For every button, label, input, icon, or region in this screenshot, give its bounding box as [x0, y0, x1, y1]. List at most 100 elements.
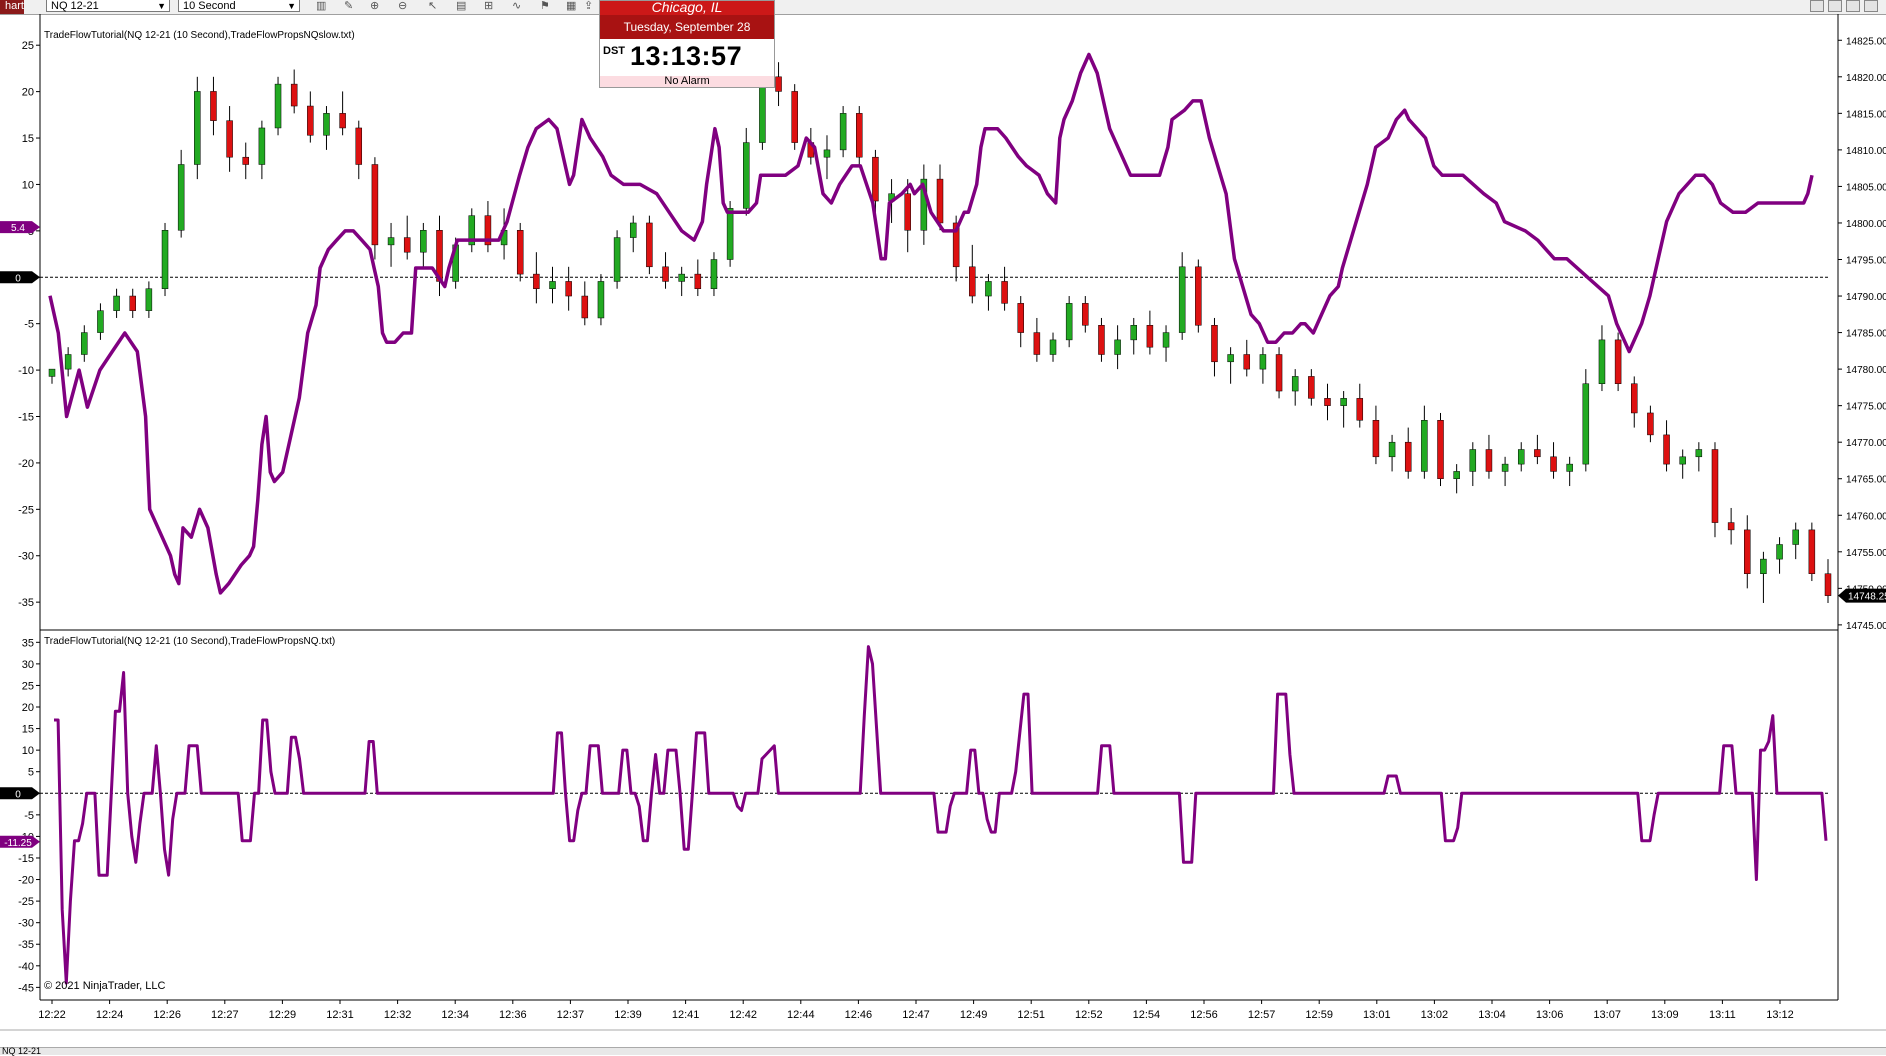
time-tick-label: 13:07: [1593, 1009, 1621, 1021]
candle-body: [726, 208, 734, 260]
pointer-icon[interactable]: ↖: [428, 0, 437, 13]
world-clock-widget[interactable]: Chicago, IL Tuesday, September 28 DST 13…: [599, 0, 775, 88]
candle-body: [1727, 522, 1735, 531]
time-tick-label: 12:32: [384, 1009, 412, 1021]
chart-toolbar: hart NQ 12-21 ▼ 10 Second ▼ ▥ ✎ ⊕ ⊖ ↖ ▤ …: [0, 0, 1886, 15]
candle-body: [1259, 354, 1267, 370]
window-restore-button[interactable]: [1828, 0, 1842, 12]
candle-body: [1534, 449, 1541, 458]
current-price-label: 14748.25: [1848, 592, 1886, 603]
candle-body: [533, 273, 540, 289]
right-tick-label: 14805.00: [1846, 182, 1886, 193]
candle-body: [1130, 325, 1137, 341]
candle-body: [1195, 266, 1202, 326]
right-tick-label: 14785.00: [1846, 329, 1886, 340]
bar-type-icon[interactable]: ▥: [316, 0, 326, 13]
chart-canvas[interactable]: TradeFlowTutorial(NQ 12-21 (10 Second),T…: [0, 14, 1886, 1046]
right-tick-label: 14815.00: [1846, 109, 1886, 120]
candle-body: [1017, 303, 1024, 333]
current-value-label: -11.25: [4, 838, 32, 849]
strategies-icon[interactable]: ⚑: [540, 0, 550, 13]
clock-city: Chicago, IL: [600, 1, 774, 15]
instrument-tab[interactable]: NQ 12-21: [2, 1046, 41, 1056]
candle-body: [1679, 456, 1686, 465]
candle-body: [1001, 281, 1008, 304]
interval-selector[interactable]: 10 Second ▼: [178, 0, 300, 12]
right-tick-label: 14820.00: [1846, 73, 1886, 84]
candle-body: [403, 237, 411, 253]
candle-body: [1243, 354, 1251, 370]
candle-body: [1824, 573, 1832, 596]
candle-body: [371, 164, 379, 246]
instrument-selector[interactable]: NQ 12-21 ▼: [46, 0, 170, 12]
chart-tab-label: hart: [5, 0, 24, 12]
lower-panel-title: TradeFlowTutorial(NQ 12-21 (10 Second),T…: [44, 636, 335, 647]
candle-body: [791, 91, 798, 143]
left-tick-label: 25: [22, 680, 34, 692]
candle-body: [323, 113, 330, 136]
indicators-icon[interactable]: ∿: [512, 0, 521, 13]
lower-panel: TradeFlowTutorial(NQ 12-21 (10 Second),T…: [0, 636, 1838, 1001]
candle-body: [904, 193, 911, 231]
candle-body: [1227, 354, 1234, 363]
candle-body: [1631, 383, 1638, 414]
clock-dst-indicator: DST: [603, 45, 625, 57]
time-tick-label: 12:56: [1190, 1009, 1218, 1021]
window-close-button[interactable]: [1864, 0, 1878, 12]
time-tick-label: 13:02: [1421, 1009, 1449, 1021]
left-tick-label: 20: [22, 87, 34, 99]
candle-body: [177, 164, 185, 231]
time-tick-label: 12:52: [1075, 1009, 1103, 1021]
left-tick-label: -40: [18, 961, 34, 973]
properties-icon[interactable]: ⊞: [484, 0, 493, 13]
candle-body: [242, 156, 249, 165]
time-tick-label: 12:51: [1017, 1009, 1045, 1021]
candle-body: [1388, 441, 1396, 458]
candle-body: [1404, 441, 1412, 472]
window-maximize-button[interactable]: [1846, 0, 1860, 12]
templates-icon[interactable]: ▦: [566, 0, 576, 13]
candle-body: [856, 113, 863, 158]
time-tick-label: 12:22: [38, 1009, 66, 1021]
time-tick-label: 12:46: [845, 1009, 873, 1021]
candle-body: [694, 273, 702, 289]
right-tick-label: 14795.00: [1846, 256, 1886, 267]
time-tick-label: 13:01: [1363, 1009, 1391, 1021]
time-tick-label: 12:42: [729, 1009, 757, 1021]
candle-body: [1598, 339, 1606, 384]
candle-body: [1614, 339, 1622, 384]
time-tick-label: 12:24: [96, 1009, 124, 1021]
candle-body: [1291, 376, 1299, 392]
time-tick-label: 12:31: [326, 1009, 354, 1021]
left-tick-label: -20: [18, 458, 34, 470]
candle-body: [1550, 456, 1557, 472]
left-tick-label: -25: [18, 896, 34, 908]
copyright-text: © 2021 NinjaTrader, LLC: [44, 980, 165, 992]
candle-body: [1695, 449, 1703, 458]
window-minimize-button[interactable]: [1810, 0, 1824, 12]
right-tick-label: 14755.00: [1846, 548, 1886, 559]
data-box-icon[interactable]: ▤: [456, 0, 466, 13]
share-icon[interactable]: ⇪: [584, 0, 593, 13]
right-tick-label: 14790.00: [1846, 292, 1886, 303]
zoom-out-icon[interactable]: ⊖: [398, 0, 407, 13]
zoom-in-icon[interactable]: ⊕: [370, 0, 379, 13]
right-tick-label: 14765.00: [1846, 475, 1886, 486]
current-value-label: 5.4: [11, 223, 25, 234]
candle-body: [1421, 420, 1428, 472]
zero-label: 0: [15, 273, 21, 284]
candle-body: [307, 105, 314, 136]
time-tick-label: 12:49: [960, 1009, 988, 1021]
pencil-icon[interactable]: ✎: [344, 0, 353, 13]
time-tick-label: 12:54: [1133, 1009, 1161, 1021]
candle-body: [1178, 266, 1186, 333]
candle-body: [1275, 354, 1283, 392]
candle-body: [613, 237, 621, 282]
left-tick-label: -5: [24, 810, 34, 822]
candle-body: [1437, 420, 1444, 479]
candle-body: [81, 332, 88, 355]
chart-tab[interactable]: hart: [0, 0, 24, 14]
candle-body: [355, 127, 363, 165]
candle-body: [1760, 558, 1767, 574]
right-tick-label: 14770.00: [1846, 438, 1886, 449]
